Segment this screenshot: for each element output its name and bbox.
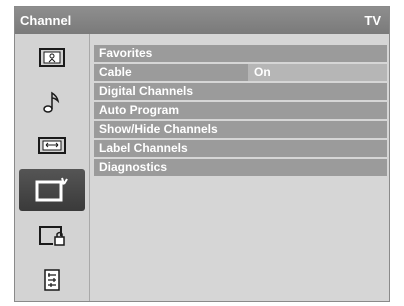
- list-icon: [43, 269, 60, 291]
- menu-item-digital-channels[interactable]: Digital Channels: [94, 83, 387, 100]
- lock-icon: [38, 226, 65, 246]
- sidebar-item-screen[interactable]: [15, 124, 88, 168]
- channel-menu-list: Favorites Cable On Digital Channels Auto…: [94, 45, 387, 178]
- page-title: Channel: [20, 13, 72, 28]
- music-note-icon: [42, 91, 59, 113]
- sidebar: [15, 34, 90, 301]
- menu-item-label: Digital Channels: [99, 84, 194, 98]
- menu-item-cable[interactable]: Cable On: [94, 64, 387, 81]
- sidebar-item-channel[interactable]: [19, 169, 85, 211]
- source-label: TV: [364, 13, 381, 28]
- menu-item-label: Auto Program: [99, 103, 180, 117]
- sidebar-item-audio[interactable]: [15, 80, 88, 124]
- menu-item-label-channels[interactable]: Label Channels: [94, 140, 387, 157]
- menu-item-favorites[interactable]: Favorites: [94, 45, 387, 62]
- channel-menu-window: Channel TV Favorites Cable On Digital Ch…: [14, 6, 390, 302]
- menu-item-auto-program[interactable]: Auto Program: [94, 102, 387, 119]
- sidebar-item-setup[interactable]: [15, 258, 88, 302]
- sidebar-item-picture[interactable]: [15, 36, 88, 80]
- menu-item-show-hide-channels[interactable]: Show/Hide Channels: [94, 121, 387, 138]
- menu-item-label: Favorites: [99, 46, 153, 60]
- picture-icon: [38, 48, 65, 67]
- screen-settings-icon: [37, 137, 66, 154]
- menu-item-label: Label Channels: [99, 141, 188, 155]
- menu-item-label: Cable: [99, 65, 132, 79]
- menu-item-label: Show/Hide Channels: [99, 122, 218, 136]
- cable-value[interactable]: On: [248, 64, 387, 81]
- sidebar-item-lock[interactable]: [15, 214, 88, 258]
- title-bar: Channel TV: [15, 7, 389, 34]
- channel-tv-icon: [35, 177, 68, 202]
- menu-item-diagnostics[interactable]: Diagnostics: [94, 159, 387, 176]
- menu-item-label: Diagnostics: [99, 160, 168, 174]
